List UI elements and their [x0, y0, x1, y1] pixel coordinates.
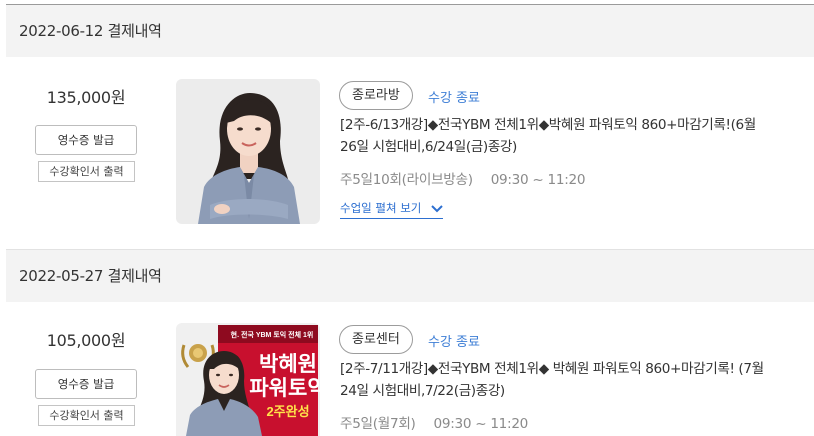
show-class-days-toggle[interactable]: 수업일 펼쳐 보기: [340, 200, 444, 219]
order-price: 135,000원: [46, 88, 126, 107]
course-title-line[interactable]: 26일 시험대비,6/24일(금)종강): [340, 136, 802, 158]
course-schedule: 주5일10회(라이브방송) 09:30 ~ 11:20: [340, 168, 585, 188]
course-schedule: 주5일(월7회) 09:30 ~ 11:20: [340, 412, 528, 432]
receipt-button[interactable]: 영수증 발급: [35, 369, 137, 399]
certificate-print-button[interactable]: 수강확인서 출력: [38, 405, 135, 426]
course-status: 수강 종료: [428, 91, 480, 106]
instructor-photo: [176, 79, 320, 224]
course-status: 수강 종료: [428, 335, 480, 350]
course-title-line[interactable]: [2주-7/11개강]◆전국YBM 전체1위◆ 박혜원 파워토익 860+마감기…: [340, 358, 802, 380]
course-title[interactable]: [2주-6/13개강]◆전국YBM 전체1위◆박혜원 파워토익 860+마감기록…: [340, 114, 802, 158]
order-header: 2022-06-12 결제내역: [6, 5, 814, 57]
course-title-line[interactable]: 24일 시험대비,7/22(금)종강): [340, 380, 802, 402]
course-thumbnail[interactable]: [176, 79, 320, 224]
location-badge: 종로센터: [339, 325, 413, 354]
order-date-title: 2022-06-12 결제내역: [19, 22, 162, 40]
order-date-title: 2022-05-27 결제내역: [19, 267, 162, 285]
course-title-line[interactable]: [2주-6/13개강]◆전국YBM 전체1위◆박혜원 파워토익 860+마감기록…: [340, 114, 802, 136]
order-price: 105,000원: [46, 331, 126, 350]
poster-course: 파워토익: [249, 377, 320, 400]
schedule-days: 주5일(월7회): [340, 416, 416, 432]
schedule-time: 09:30 ~ 11:20: [433, 416, 529, 432]
course-thumbnail[interactable]: 현. 전국 YBM 토익 전체 1위 박혜원 파워토익 2주완성: [176, 323, 320, 436]
certificate-print-button[interactable]: 수강확인서 출력: [38, 161, 135, 182]
schedule-time: 09:30 ~ 11:20: [490, 172, 586, 188]
poster-name: 박혜원: [259, 353, 317, 376]
course-poster: 현. 전국 YBM 토익 전체 1위 박혜원 파워토익 2주완성: [176, 323, 320, 436]
show-class-days-label: 수업일 펼쳐 보기: [340, 201, 422, 215]
location-badge: 종로라방: [339, 81, 413, 110]
poster-ribbon: 2주완성: [266, 404, 309, 419]
chevron-down-icon: [431, 202, 443, 216]
schedule-days: 주5일10회(라이브방송): [340, 172, 473, 188]
order-header: 2022-05-27 결제내역: [6, 250, 814, 302]
receipt-button[interactable]: 영수증 발급: [35, 125, 137, 155]
poster-tagline: 현. 전국 YBM 토익 전체 1위: [231, 330, 314, 339]
course-title[interactable]: [2주-7/11개강]◆전국YBM 전체1위◆ 박혜원 파워토익 860+마감기…: [340, 358, 802, 402]
